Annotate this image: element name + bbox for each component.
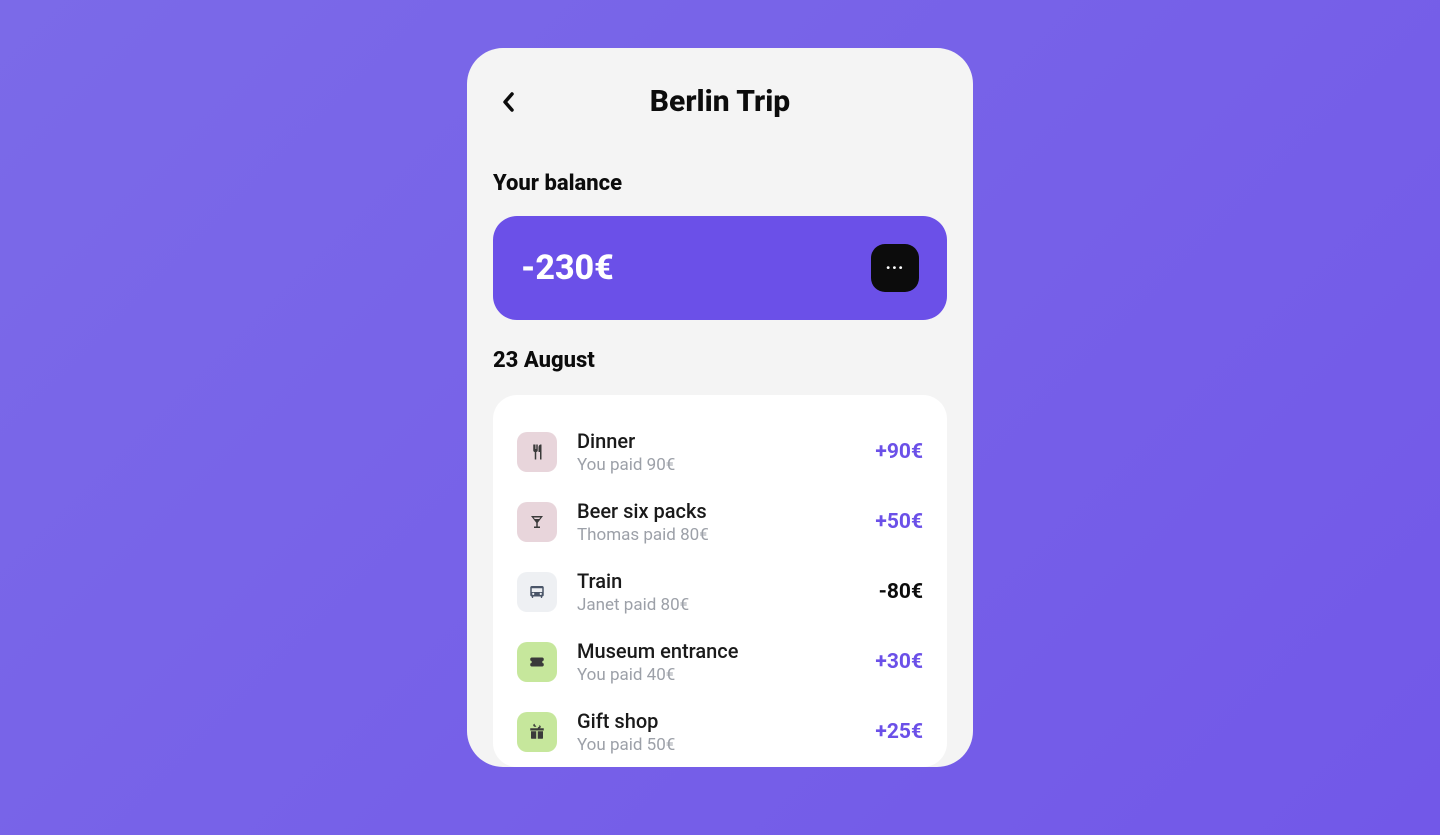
expense-amount: +90€: [875, 440, 923, 464]
expense-info: Museum entranceYou paid 40€: [577, 639, 875, 685]
expense-amount: +50€: [875, 510, 923, 534]
expense-info: Beer six packsThomas paid 80€: [577, 499, 875, 545]
chevron-left-icon: [502, 92, 516, 112]
expense-row[interactable]: DinnerYou paid 90€+90€: [517, 417, 923, 487]
expense-title: Dinner: [577, 429, 875, 453]
expense-row[interactable]: TrainJanet paid 80€-80€: [517, 557, 923, 627]
expense-subtitle: Janet paid 80€: [577, 595, 879, 615]
page-title: Berlin Trip: [493, 84, 947, 119]
expense-row[interactable]: Beer six packsThomas paid 80€+50€: [517, 487, 923, 557]
gift-icon: [517, 712, 557, 752]
expense-list: DinnerYou paid 90€+90€Beer six packsThom…: [493, 395, 947, 767]
expense-title: Museum entrance: [577, 639, 875, 663]
date-label: 23 August: [493, 348, 947, 373]
cocktail-icon: [517, 502, 557, 542]
bus-icon: [517, 572, 557, 612]
header: Berlin Trip: [493, 84, 947, 119]
utensils-icon: [517, 432, 557, 472]
balance-label: Your balance: [493, 171, 947, 196]
back-button[interactable]: [493, 86, 525, 118]
expense-amount: +25€: [875, 720, 923, 744]
more-button[interactable]: ...: [871, 244, 919, 292]
expense-row[interactable]: Museum entranceYou paid 40€+30€: [517, 627, 923, 697]
expense-subtitle: You paid 50€: [577, 735, 875, 755]
balance-card: -230€ ...: [493, 216, 947, 320]
expense-title: Gift shop: [577, 709, 875, 733]
expense-info: Gift shopYou paid 50€: [577, 709, 875, 755]
expense-subtitle: Thomas paid 80€: [577, 525, 875, 545]
expense-subtitle: You paid 40€: [577, 665, 875, 685]
expense-amount: -80€: [879, 580, 923, 604]
expense-title: Train: [577, 569, 879, 593]
dots-icon: ...: [886, 255, 905, 273]
expense-amount: +30€: [875, 650, 923, 674]
balance-amount: -230€: [521, 248, 614, 288]
expense-subtitle: You paid 90€: [577, 455, 875, 475]
expense-info: DinnerYou paid 90€: [577, 429, 875, 475]
ticket-icon: [517, 642, 557, 682]
app-screen: Berlin Trip Your balance -230€ ... 23 Au…: [467, 48, 973, 767]
expense-info: TrainJanet paid 80€: [577, 569, 879, 615]
expense-title: Beer six packs: [577, 499, 875, 523]
expense-row[interactable]: Gift shopYou paid 50€+25€: [517, 697, 923, 767]
